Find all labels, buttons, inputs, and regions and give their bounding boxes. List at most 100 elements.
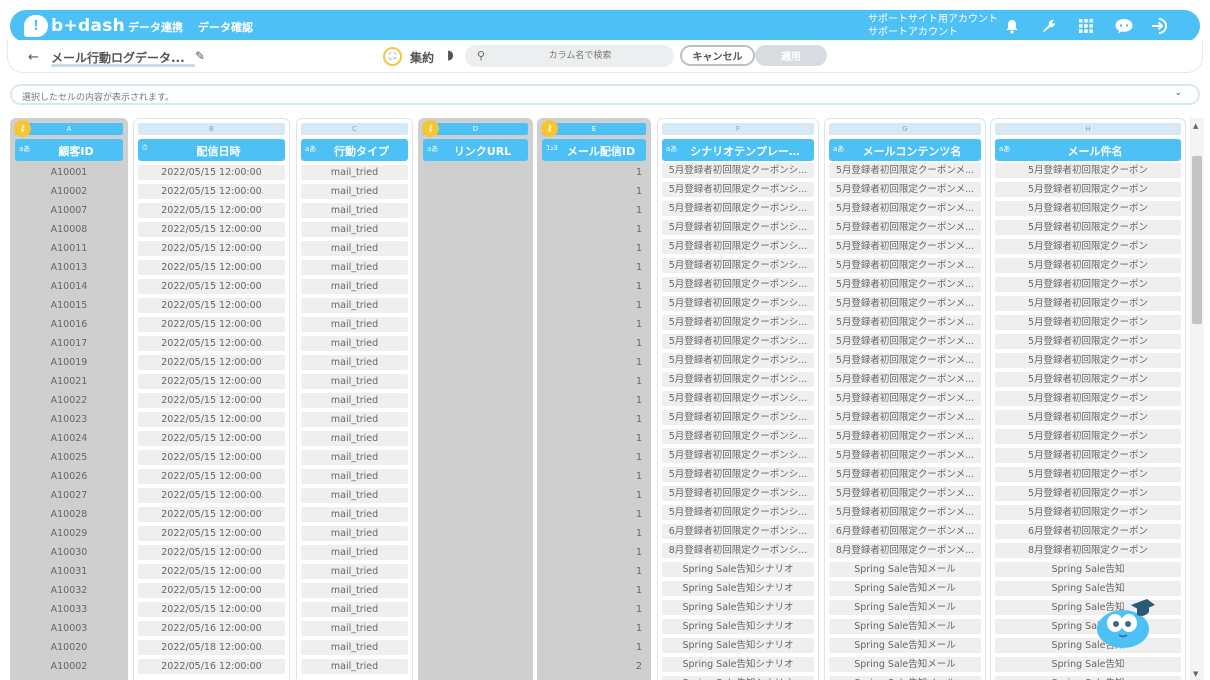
table-cell[interactable]: A10023 — [15, 412, 123, 427]
table-cell[interactable]: A10026 — [15, 469, 123, 484]
table-cell[interactable]: Spring Sale告知メール — [829, 600, 981, 615]
table-cell[interactable]: 1 — [542, 260, 646, 275]
table-cell[interactable]: 5月登録者初回限定クーポンメ... — [829, 334, 981, 349]
table-cell[interactable]: A10022 — [15, 393, 123, 408]
table-cell[interactable]: 1 — [542, 355, 646, 370]
table-cell[interactable]: 1 — [542, 583, 646, 598]
table-cell[interactable]: mail_tried — [301, 222, 408, 237]
table-cell[interactable]: A10017 — [15, 336, 123, 351]
table-cell[interactable]: Spring Sale告知シナリオ — [662, 657, 814, 672]
table-cell[interactable]: mail_tried — [301, 165, 408, 180]
column-header[interactable]: aあ 行動タイプ — [301, 139, 408, 161]
table-cell[interactable]: mail_tried — [301, 279, 408, 294]
table-cell[interactable]: A10027 — [15, 488, 123, 503]
table-cell[interactable]: 5月登録者初回限定クーポンシ... — [662, 353, 814, 368]
cell-content-bar[interactable]: 選択したセルの内容が表示されます。 ⌄ — [10, 84, 1200, 105]
table-cell[interactable]: 2022/05/15 12:00:00 — [138, 222, 285, 237]
account-info[interactable]: サポートサイト用アカウント サポートアカウント — [868, 13, 998, 39]
table-cell[interactable]: mail_tried — [301, 374, 408, 389]
table-cell[interactable]: 5月登録者初回限定クーポン — [995, 258, 1181, 273]
table-cell[interactable]: 1 — [542, 374, 646, 389]
chevron-down-icon[interactable]: ⌄ — [1174, 88, 1182, 98]
back-arrow-icon[interactable]: ← — [28, 50, 39, 65]
table-cell[interactable]: 5月登録者初回限定クーポンメ... — [829, 296, 981, 311]
table-cell[interactable]: Spring Sale告知メール — [829, 562, 981, 577]
table-cell[interactable]: 2022/05/15 12:00:00 — [138, 602, 285, 617]
chat-icon[interactable] — [1114, 16, 1134, 36]
table-cell[interactable]: 5月登録者初回限定クーポンシ... — [662, 163, 814, 178]
table-cell[interactable]: 5月登録者初回限定クーポンメ... — [829, 467, 981, 482]
table-cell[interactable]: 1 — [542, 203, 646, 218]
table-cell[interactable]: mail_tried — [301, 184, 408, 199]
table-cell[interactable]: 5月登録者初回限定クーポン — [995, 277, 1181, 292]
table-cell[interactable]: 5月登録者初回限定クーポン — [995, 372, 1181, 387]
table-cell[interactable]: 5月登録者初回限定クーポンメ... — [829, 391, 981, 406]
table-cell[interactable]: 2022/05/15 12:00:00 — [138, 469, 285, 484]
table-cell[interactable]: Spring Sale告知 — [995, 562, 1181, 577]
table-cell[interactable]: 1 — [542, 317, 646, 332]
table-cell[interactable]: mail_tried — [301, 393, 408, 408]
table-cell[interactable]: 2022/05/15 12:00:00 — [138, 488, 285, 503]
table-cell[interactable]: 5月登録者初回限定クーポン — [995, 239, 1181, 254]
table-cell[interactable]: 5月登録者初回限定クーポンシ... — [662, 220, 814, 235]
table-cell[interactable]: 1 — [542, 507, 646, 522]
table-cell[interactable]: 5月登録者初回限定クーポンメ... — [829, 315, 981, 330]
table-cell[interactable]: 2022/05/16 12:00:00 — [138, 659, 285, 674]
table-cell[interactable]: 1 — [542, 336, 646, 351]
table-cell[interactable]: 2022/05/15 12:00:00 — [138, 393, 285, 408]
table-cell[interactable]: mail_tried — [301, 317, 408, 332]
table-cell[interactable]: 5月登録者初回限定クーポン — [995, 448, 1181, 463]
table-cell[interactable]: mail_tried — [301, 564, 408, 579]
table-cell[interactable]: mail_tried — [301, 450, 408, 465]
table-cell[interactable]: A10030 — [15, 545, 123, 560]
table-cell[interactable]: A10029 — [15, 526, 123, 541]
scroll-up-icon[interactable]: ▲ — [1193, 122, 1198, 130]
table-cell[interactable]: 5月登録者初回限定クーポン — [995, 486, 1181, 501]
table-cell[interactable]: 5月登録者初回限定クーポンメ... — [829, 220, 981, 235]
table-cell[interactable]: A10016 — [15, 317, 123, 332]
table-cell[interactable]: 2022/05/15 12:00:00 — [138, 165, 285, 180]
table-cell[interactable]: 5月登録者初回限定クーポン — [995, 467, 1181, 482]
table-cell[interactable]: mail_tried — [301, 298, 408, 313]
table-cell[interactable]: mail_tried — [301, 602, 408, 617]
table-cell[interactable]: 1 — [542, 469, 646, 484]
table-cell[interactable]: 5月登録者初回限定クーポン — [995, 182, 1181, 197]
table-cell[interactable]: 1 — [542, 545, 646, 560]
table-cell[interactable]: 1 — [542, 526, 646, 541]
table-cell[interactable]: 5月登録者初回限定クーポン — [995, 505, 1181, 520]
scroll-down-icon[interactable]: ▼ — [1193, 670, 1198, 678]
table-cell[interactable]: 5月登録者初回限定クーポンメ... — [829, 486, 981, 501]
table-cell[interactable]: mail_tried — [301, 431, 408, 446]
column-letter[interactable]: G — [829, 123, 981, 135]
table-cell[interactable]: 1 — [542, 488, 646, 503]
table-cell[interactable]: 6月登録者初回限定クーポン — [995, 524, 1181, 539]
table-cell[interactable]: 5月登録者初回限定クーポンメ... — [829, 277, 981, 292]
table-cell[interactable]: 5月登録者初回限定クーポンシ... — [662, 258, 814, 273]
table-cell[interactable]: 2022/05/15 12:00:00 — [138, 203, 285, 218]
table-cell[interactable]: Spring Sale告知シナリオ — [662, 619, 814, 634]
table-cell[interactable]: Spring Sale告知メール — [829, 676, 981, 680]
summary-label[interactable]: 集約 — [410, 49, 434, 66]
column-a[interactable]: A ⚷ aあ 顧客ID A10001 A10002 A10007 A10008 A10011 A1… — [10, 118, 128, 680]
apply-button[interactable]: 適用 — [755, 45, 827, 66]
table-cell[interactable]: 2022/05/15 12:00:00 — [138, 336, 285, 351]
column-c[interactable]: Caあ 行動タイプ mail_tried mail_tried mail_tried ma… — [296, 118, 413, 680]
table-cell[interactable]: 5月登録者初回限定クーポン — [995, 391, 1181, 406]
nav-data-integration[interactable]: データ連携 — [128, 19, 183, 35]
table-cell[interactable]: A10020 — [15, 640, 123, 655]
column-header[interactable]: aあ メールコンテンツ名 — [829, 139, 981, 161]
table-cell[interactable]: 1 — [542, 640, 646, 655]
table-cell[interactable]: A10002 — [15, 184, 123, 199]
column-search-input[interactable] — [495, 48, 665, 64]
table-cell[interactable]: 2022/05/16 12:00:00 — [138, 621, 285, 636]
table-cell[interactable]: 2022/05/15 12:00:00 — [138, 355, 285, 370]
table-cell[interactable]: 5月登録者初回限定クーポンシ... — [662, 372, 814, 387]
table-cell[interactable]: 5月登録者初回限定クーポンメ... — [829, 505, 981, 520]
table-cell[interactable]: Spring Sale告知シナリオ — [662, 600, 814, 615]
table-cell[interactable]: mail_tried — [301, 412, 408, 427]
table-cell[interactable]: mail_tried — [301, 507, 408, 522]
table-cell[interactable]: mail_tried — [301, 526, 408, 541]
table-cell[interactable]: 5月登録者初回限定クーポンシ... — [662, 410, 814, 425]
table-cell[interactable]: A10031 — [15, 564, 123, 579]
table-cell[interactable]: 2022/05/15 12:00:00 — [138, 374, 285, 389]
